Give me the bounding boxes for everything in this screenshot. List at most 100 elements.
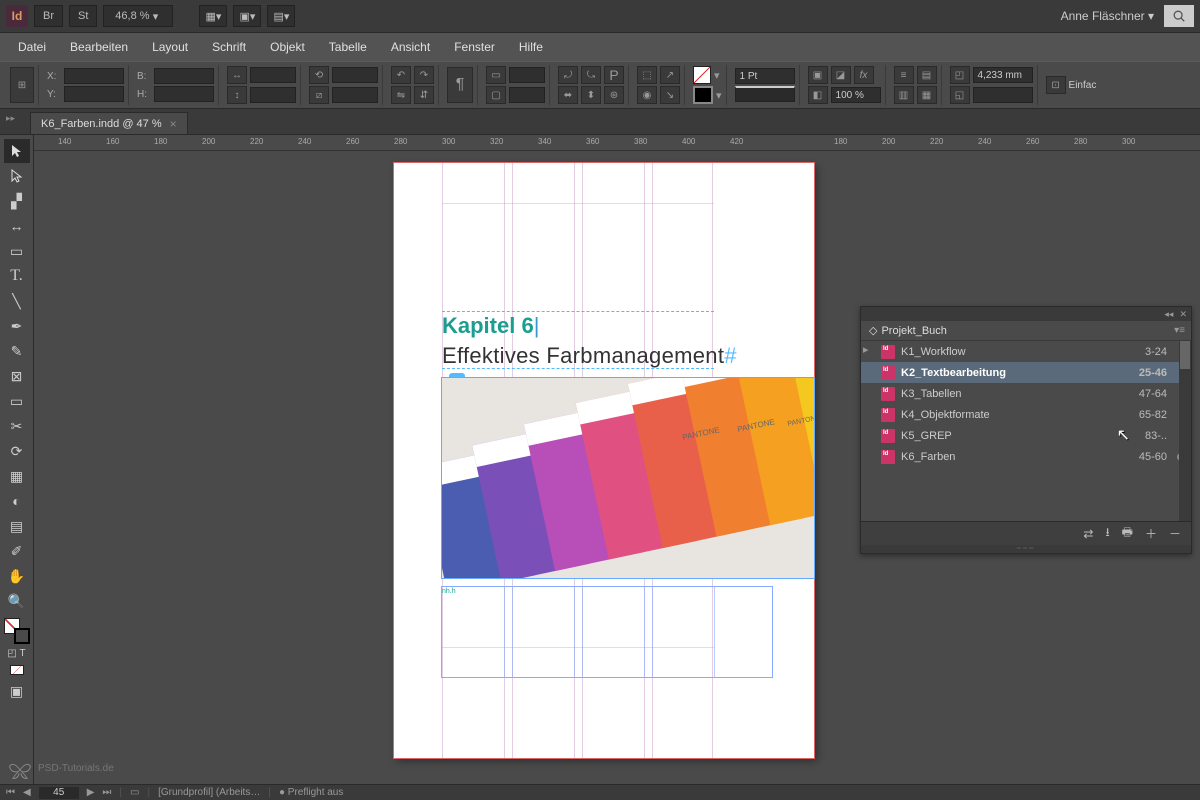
flip-v-icon[interactable]: ⇵ [414,86,434,104]
menu-ansicht[interactable]: Ansicht [379,36,442,58]
menu-schrift[interactable]: Schrift [200,36,258,58]
menu-layout[interactable]: Layout [140,36,200,58]
height-input[interactable] [154,86,214,102]
fill-swatch[interactable] [693,66,711,84]
flip-a-icon[interactable]: ⬌ [558,86,578,104]
chapter-subtitle[interactable]: Effektives Farbmanagement# [442,343,737,369]
arrow-b-icon[interactable]: ↘ [660,86,680,104]
page-tool[interactable]: ▞ [4,189,30,213]
corner-shape-icon[interactable]: ◱ [950,86,970,104]
panel-handle-icon[interactable]: ▸▸ [6,113,15,124]
text-wrap-d-icon[interactable]: ▦ [917,86,937,104]
opacity-dropdown[interactable]: 100 % [831,87,881,103]
arrange-documents-button[interactable]: ▤▾ [267,5,295,27]
book-document-row[interactable]: K1_Workflow3-24 [861,341,1191,362]
panel-menu-icon[interactable]: ▾≡ [1174,325,1185,336]
remove-document-icon[interactable]: － [1169,525,1181,542]
print-book-icon[interactable]: 🖶 [1122,523,1133,544]
panel-scrollbar[interactable] [1179,341,1191,521]
sync-icon[interactable]: ⇄ [1083,527,1093,541]
panel-resize-grip[interactable] [861,545,1191,553]
view-options-button[interactable]: ▦▾ [199,5,227,27]
scissors-tool[interactable]: ✂ [4,414,30,438]
screen-mode-icon[interactable]: ▣ [4,679,30,703]
zoom-level-dropdown[interactable]: 46,8 %▾ [103,5,173,27]
hero-image-frame[interactable]: PANTONE PANTONE PANTON [442,378,814,578]
book-document-row[interactable]: K5_GREP83-.. [861,425,1191,446]
fx-icon[interactable]: fx [854,66,874,84]
text-wrap-c-icon[interactable]: ▥ [894,86,914,104]
bridge-button[interactable]: Br [34,5,63,27]
char-format-icon[interactable]: ¶ [447,67,473,103]
document-page[interactable]: Kapitel 6| Effektives Farbmanagement# [394,163,814,758]
user-menu[interactable]: Anne Fläschner ▾ [1051,9,1164,23]
prev-page-icon[interactable]: ◀ [23,787,31,798]
hand-tool[interactable]: ✋ [4,564,30,588]
screen-mode-button[interactable]: ▣▾ [233,5,261,27]
book-document-row[interactable]: K6_Farben45-60 [861,446,1191,467]
menu-bearbeiten[interactable]: Bearbeiten [58,36,140,58]
page-number-field[interactable]: 45 [39,787,79,799]
reference-point-icon[interactable]: ⊞ [10,67,34,103]
horizontal-ruler[interactable]: 140 160 180 200 220 240 260 280 300 320 … [34,135,1200,151]
document-tab[interactable]: K6_Farben.indd @ 47 % × [30,112,188,134]
scale-x-input[interactable] [250,67,296,83]
text-wrap-b-icon[interactable]: ▤ [917,66,937,84]
width-input[interactable] [154,68,214,84]
chevron-down-icon[interactable]: ▾ [714,69,720,82]
select-container-icon[interactable]: ⬚ [637,66,657,84]
object-style-b-icon[interactable]: ▢ [486,86,506,104]
fit-icon[interactable]: ⊡ [1046,76,1066,94]
text-wrap-a-icon[interactable]: ≡ [894,66,914,84]
corner-icon[interactable]: ◰ [950,66,970,84]
book-document-row[interactable]: K3_Tabellen47-64 [861,383,1191,404]
effects-icon[interactable]: ▣ [808,66,828,84]
flip-c-icon[interactable]: ⊛ [604,86,624,104]
rotate-cw-icon[interactable]: ↷ [414,66,434,84]
add-document-icon[interactable]: ＋ [1145,525,1157,542]
rectangle-tool[interactable]: ▭ [4,389,30,413]
shear-input[interactable] [332,87,378,103]
last-page-icon[interactable]: ⏭ [102,787,111,798]
free-transform-tool[interactable]: ⟳ [4,439,30,463]
close-tab-icon[interactable]: × [170,117,177,131]
corner-input[interactable]: 4,233 mm [973,67,1033,83]
zoom-tool[interactable]: 🔍 [4,589,30,613]
object-style-icon[interactable]: ▭ [486,66,506,84]
rotate-icon[interactable]: ⟲ [309,66,329,84]
stroke-swatch[interactable] [693,86,713,104]
menu-objekt[interactable]: Objekt [258,36,317,58]
menu-fenster[interactable]: Fenster [442,36,507,58]
gradient-swatch-tool[interactable]: ▦ [4,464,30,488]
selection-tool[interactable] [4,139,30,163]
pen-tool[interactable]: ✒ [4,314,30,338]
flip-icon[interactable]: P [604,66,624,84]
eyedropper-tool[interactable]: ✐ [4,539,30,563]
corner-dropdown[interactable] [973,87,1033,103]
chevron-down-icon[interactable]: ▾ [716,89,722,102]
line-tool[interactable]: ╲ [4,289,30,313]
chapter-heading[interactable]: Kapitel 6| [442,313,539,339]
gap-tool[interactable]: ↔ [4,214,30,238]
rotate-90-icon[interactable]: ⤾ [558,66,578,84]
collapse-icon[interactable]: ◂◂ [1164,309,1173,320]
select-content-icon[interactable]: ◉ [637,86,657,104]
apply-color-icon[interactable] [4,662,30,678]
flip-h-icon[interactable]: ⇋ [391,86,411,104]
style-source-icon[interactable]: ▸ [863,343,869,356]
opacity-icon[interactable]: ◧ [808,86,828,104]
arrow-icon[interactable]: ↗ [660,66,680,84]
scale-x-icon[interactable]: ↔ [227,66,247,84]
shear-icon[interactable]: ⧄ [309,86,329,104]
rotate-ccw-icon[interactable]: ↶ [391,66,411,84]
stock-button[interactable]: St [69,5,97,27]
drop-shadow-icon[interactable]: ◪ [831,66,851,84]
scale-y-icon[interactable]: ↕ [227,86,247,104]
menu-datei[interactable]: Datei [6,36,58,58]
close-panel-icon[interactable]: ✕ [1179,309,1187,320]
book-document-row[interactable]: K4_Objektformate65-82 [861,404,1191,425]
type-tool[interactable]: T. [4,264,30,288]
next-page-icon[interactable]: ▶ [87,787,95,798]
note-tool[interactable]: ▤ [4,514,30,538]
stroke-style-dropdown[interactable] [735,86,795,102]
